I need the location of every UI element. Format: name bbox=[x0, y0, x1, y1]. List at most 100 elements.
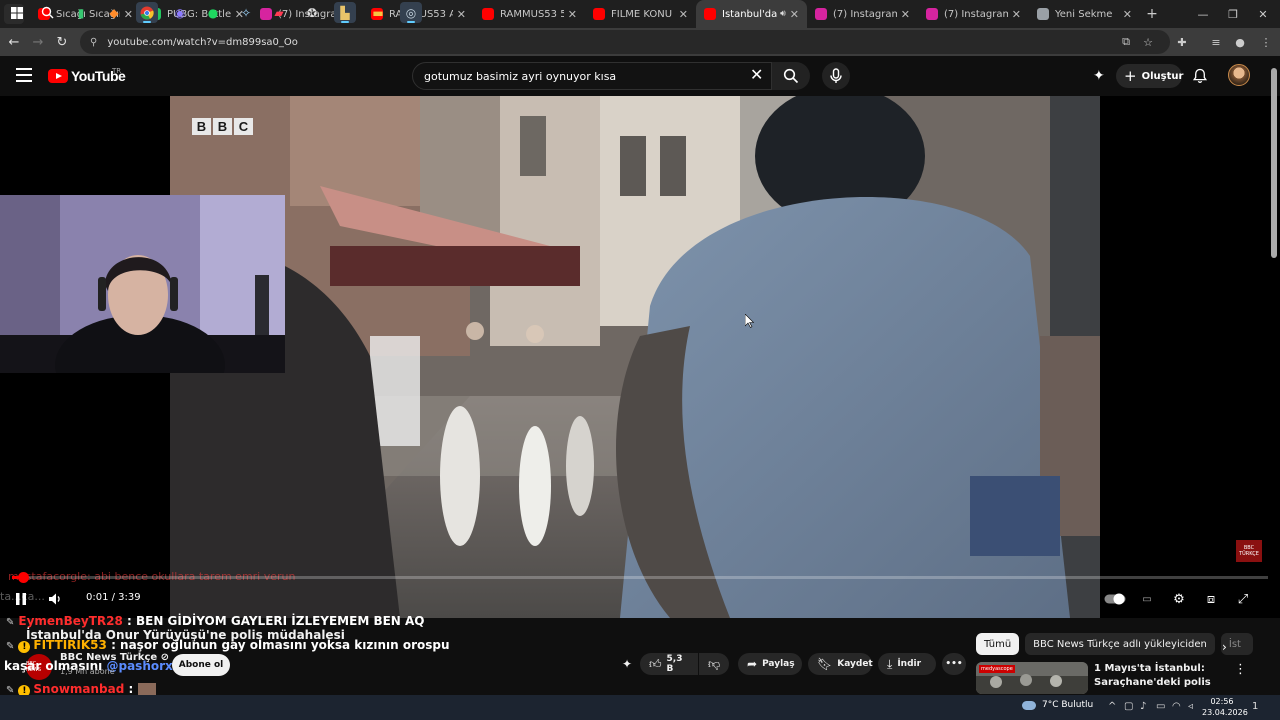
plus-icon: + bbox=[1124, 67, 1137, 85]
chrome-icon[interactable] bbox=[136, 2, 158, 23]
network-icon[interactable]: ▭ bbox=[1156, 701, 1165, 712]
page-scrollbar[interactable] bbox=[1271, 68, 1277, 258]
search-button[interactable] bbox=[772, 62, 810, 90]
app-icon-blue[interactable]: ✧ bbox=[235, 2, 257, 23]
create-button[interactable]: + Oluştur bbox=[1116, 64, 1183, 88]
close-tab-icon[interactable]: ✕ bbox=[1012, 8, 1021, 21]
bookmark-star-icon[interactable]: ☆ bbox=[1140, 34, 1156, 50]
steam-icon[interactable]: ◎ bbox=[400, 2, 422, 23]
channel-name-text: BBC News Türkçe bbox=[60, 652, 158, 663]
notifications-bell-icon[interactable] bbox=[1192, 68, 1208, 84]
close-tab-icon[interactable]: ✕ bbox=[457, 8, 466, 21]
taskbar-search-icon[interactable] bbox=[36, 2, 58, 23]
time-display: 0:01 / 3:39 bbox=[86, 592, 141, 603]
chip-from-uploader[interactable]: BBC News Türkçe adlı yükleyiciden bbox=[1025, 633, 1215, 655]
more-actions-button[interactable]: ••• bbox=[942, 653, 966, 675]
weather-widget[interactable]: 7°C Bulutlu bbox=[1022, 700, 1093, 710]
tray-icon[interactable]: ▢ bbox=[1124, 701, 1133, 712]
volume-button[interactable] bbox=[46, 590, 64, 608]
download-button[interactable]: ⤓ İndir bbox=[878, 653, 936, 675]
address-bar[interactable]: ⚲ youtube.com/watch?v=dm899sa0_Oo bbox=[80, 30, 1170, 54]
streamer-webcam bbox=[0, 195, 285, 373]
speaker-icon[interactable]: ◃ bbox=[1188, 701, 1193, 712]
tab-favicon-icon bbox=[593, 8, 605, 20]
miniplayer-icon[interactable]: ⧈ bbox=[1202, 590, 1220, 608]
site-info-icon[interactable]: ⚲ bbox=[90, 37, 97, 48]
dislike-button[interactable]: 👎︎ bbox=[699, 653, 729, 675]
brave-browser-icon[interactable]: ◆ bbox=[103, 2, 125, 23]
hamburger-menu-icon[interactable] bbox=[16, 68, 32, 82]
back-icon[interactable]: ← bbox=[4, 32, 24, 52]
close-tab-icon[interactable]: ✕ bbox=[901, 8, 910, 21]
weather-text: 7°C Bulutlu bbox=[1042, 700, 1094, 710]
chevron-right-icon[interactable]: › bbox=[1222, 640, 1227, 654]
ai-sparkle-button[interactable]: ✦ bbox=[614, 653, 640, 675]
app-icon-yellow[interactable]: ▙ bbox=[334, 2, 356, 23]
save-button[interactable]: 🔖︎ Kaydet bbox=[808, 653, 873, 675]
extensions-icon[interactable]: ✚ bbox=[1174, 34, 1190, 50]
chat-username: Snowmanbad bbox=[33, 682, 125, 696]
browser-tab[interactable]: (7) Instagram ✕ bbox=[918, 0, 1029, 28]
notification-icon[interactable]: 1 bbox=[1252, 701, 1258, 712]
close-tab-icon[interactable]: ✕ bbox=[1123, 8, 1132, 21]
taskbar-clock[interactable]: 02:56 23.04.2026 bbox=[1202, 696, 1248, 718]
settings-gear-icon[interactable]: ⚙ bbox=[1170, 590, 1188, 608]
pencil-icon: ✎ bbox=[6, 641, 15, 652]
browser-tab[interactable]: Yeni Sekme ✕ bbox=[1029, 0, 1140, 28]
file-explorer-icon[interactable]: ▬ bbox=[367, 2, 389, 23]
channel-name[interactable]: BBC News Türkçe ⊘ bbox=[60, 652, 169, 663]
restore-icon[interactable]: ❐ bbox=[1218, 0, 1248, 28]
account-avatar[interactable] bbox=[1228, 64, 1250, 86]
recommended-thumbnail[interactable]: medyascope bbox=[976, 662, 1088, 694]
chip-all[interactable]: Tümü bbox=[976, 633, 1020, 655]
search-input[interactable]: gotumuz basimiz ayri oynuyor kısa bbox=[412, 62, 772, 90]
install-app-icon[interactable]: ⧉ bbox=[1118, 34, 1134, 50]
browser-tab[interactable]: (7) Instagram ✕ bbox=[807, 0, 918, 28]
youtube-header: YouTube TR gotumuz basimiz ayri oynuyor … bbox=[0, 56, 1280, 96]
app-icon-red[interactable]: ▰ bbox=[268, 2, 290, 23]
close-tab-icon[interactable]: ✕ bbox=[679, 8, 688, 21]
subscribe-button[interactable]: Abone ol bbox=[172, 654, 230, 676]
reload-icon[interactable]: ↻ bbox=[52, 32, 72, 52]
discord-icon[interactable]: ◉ bbox=[169, 2, 191, 23]
minimize-icon[interactable]: — bbox=[1188, 0, 1218, 28]
close-tab-icon[interactable]: ✕ bbox=[124, 8, 133, 21]
tab-title: (7) Instagram bbox=[833, 8, 897, 20]
more-vertical-icon[interactable]: ⋮ bbox=[1234, 662, 1247, 677]
media-control-icon[interactable]: ≡ bbox=[1208, 34, 1224, 50]
tab-title: Yeni Sekme bbox=[1055, 8, 1113, 20]
share-button[interactable]: ➦ Paylaş bbox=[738, 653, 802, 675]
bbc-letter: C bbox=[234, 118, 253, 135]
tray-chevron-icon[interactable]: ^ bbox=[1108, 701, 1116, 712]
like-button[interactable]: 👍︎ 5,3 B bbox=[640, 653, 698, 675]
spotify-icon[interactable]: ● bbox=[202, 2, 224, 23]
browser-tab[interactable]: FİLME KONU OLA ✕ bbox=[585, 0, 696, 28]
sparkle-icon: ✦ bbox=[621, 657, 633, 671]
autoplay-toggle[interactable] bbox=[1104, 590, 1126, 608]
browser-tab[interactable]: RAMMUS53 5000 ✕ bbox=[474, 0, 585, 28]
app-icon-gear[interactable]: ✪ bbox=[301, 2, 323, 23]
wifi-icon[interactable]: ◠ bbox=[1172, 701, 1181, 712]
clear-search-icon[interactable]: ✕ bbox=[750, 66, 763, 84]
subtitles-icon[interactable]: ▭ bbox=[1138, 590, 1156, 608]
profile-icon[interactable]: ● bbox=[1232, 34, 1248, 50]
close-tab-icon[interactable]: ✕ bbox=[568, 8, 577, 21]
windows-start-icon[interactable] bbox=[6, 2, 28, 23]
tab-audio-icon[interactable]: 🔊︎ bbox=[780, 9, 786, 19]
forward-icon[interactable]: → bbox=[28, 32, 48, 52]
more-horizontal-icon: ••• bbox=[945, 659, 963, 669]
voice-search-button[interactable] bbox=[822, 62, 850, 90]
pause-button[interactable] bbox=[12, 590, 30, 608]
new-tab-button[interactable]: + bbox=[1140, 0, 1164, 28]
progress-bar[interactable] bbox=[12, 572, 1268, 583]
app-icon-green[interactable]: ▮ bbox=[70, 2, 92, 23]
thumbnail-badge: medyascope bbox=[979, 665, 1015, 673]
browser-tab[interactable]: İstanbul'da Or🔊︎ ✕ bbox=[696, 0, 807, 28]
fullscreen-icon[interactable]: ⤢ bbox=[1234, 590, 1252, 608]
clock-time: 02:56 bbox=[1210, 697, 1234, 706]
premium-sparkle-icon[interactable]: ✦ bbox=[1093, 68, 1109, 84]
chrome-menu-icon[interactable]: ⋮ bbox=[1258, 34, 1274, 50]
tray-mic-icon[interactable]: ♪ bbox=[1140, 701, 1146, 712]
close-window-icon[interactable]: ✕ bbox=[1248, 0, 1278, 28]
close-tab-icon[interactable]: ✕ bbox=[790, 8, 799, 21]
